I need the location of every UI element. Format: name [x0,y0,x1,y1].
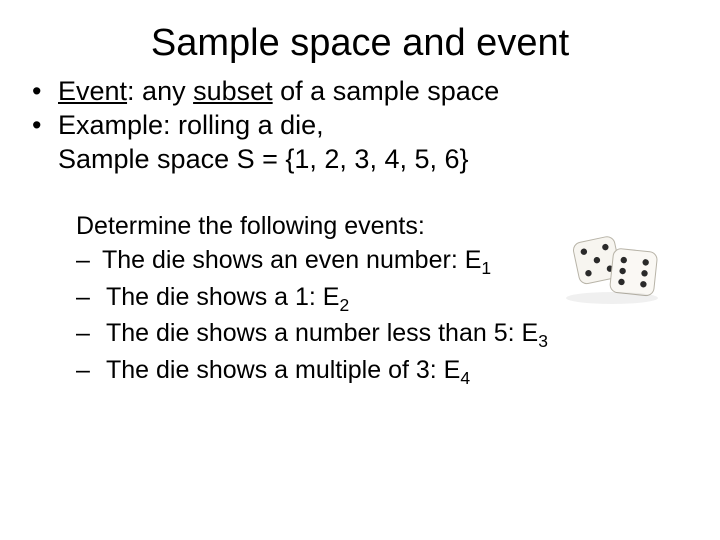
bullet-event-definition: • Event: any subset of a sample space [30,75,690,109]
sample-space-line: Sample space S = {1, 2, 3, 4, 5, 6} [30,143,690,177]
bullet-example: • Example: rolling a die, [30,109,690,143]
event-keyword: Event [58,76,127,106]
event-subscript: 3 [538,331,548,351]
dash-glyph: – [76,281,106,315]
dice-icon [552,228,672,306]
event-desc: The die shows a number less than 5: E [106,319,538,347]
event-text: The die shows an even number: E1 [102,244,491,281]
event-desc: The die shows an even number: E [102,246,481,274]
event-desc: The die shows a 1: E [106,283,339,311]
event-subscript: 2 [339,295,349,315]
event-subscript: 4 [460,368,470,388]
dash-glyph: – [76,354,106,388]
event-item-4: – The die shows a multiple of 3: E4 [76,354,690,391]
bullet-glyph: • [30,109,58,143]
bullet-text-suffix: of a sample space [273,76,500,106]
bullet-glyph: • [30,75,58,109]
slide-title: Sample space and event [0,0,720,75]
dash-glyph: – [76,244,102,278]
bullet-text: Event: any subset of a sample space [58,75,499,109]
subset-keyword: subset [193,76,273,106]
bullet-text-mid: : any [127,76,193,106]
event-desc: The die shows a multiple of 3: E [106,356,460,384]
event-text: The die shows a number less than 5: E3 [106,317,548,354]
event-item-3: – The die shows a number less than 5: E3 [76,317,690,354]
event-text: The die shows a 1: E2 [106,281,349,318]
event-text: The die shows a multiple of 3: E4 [106,354,470,391]
bullet-text: Example: rolling a die, [58,109,324,143]
dash-glyph: – [76,317,106,351]
event-subscript: 1 [481,258,491,278]
